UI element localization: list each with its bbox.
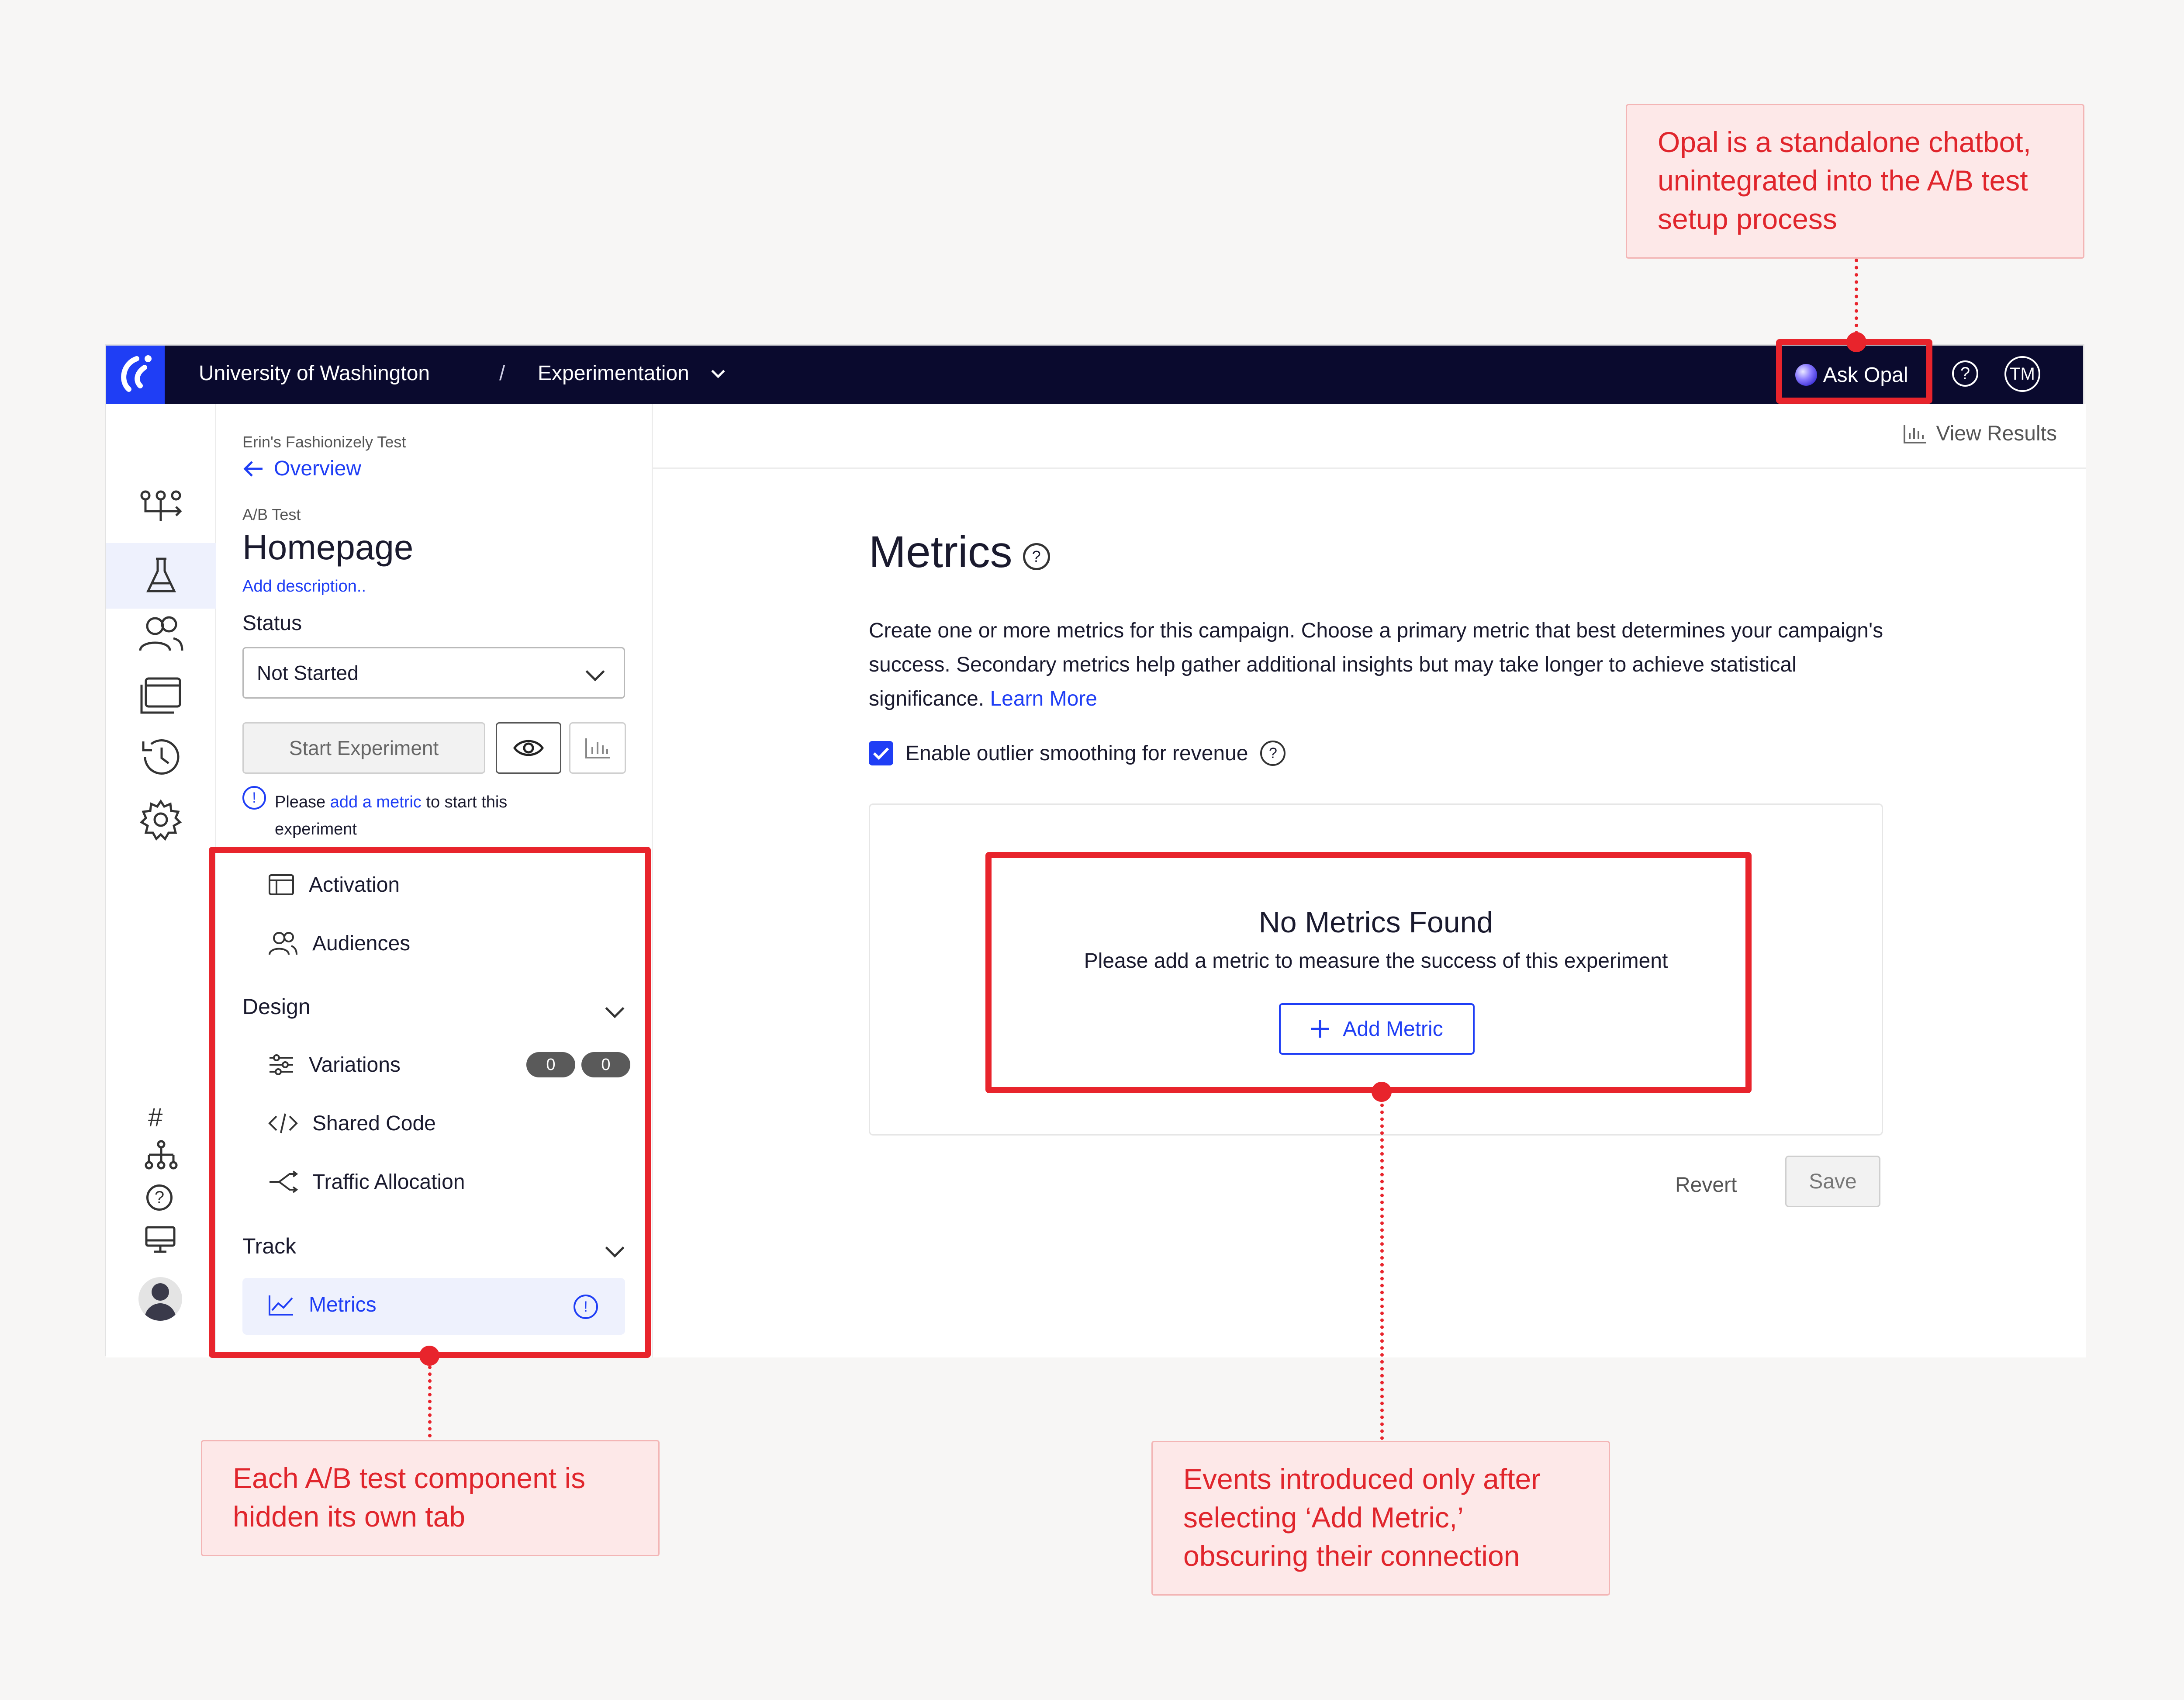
- experiment-type: A/B Test: [242, 505, 301, 523]
- experiment-name[interactable]: Homepage: [242, 527, 413, 568]
- annotation-events: Events introduced only after selecting ‘…: [1151, 1441, 1610, 1596]
- status-label: Status: [242, 612, 302, 635]
- annotation-events-text: Events introduced only after selecting ‘…: [1183, 1463, 1541, 1572]
- info-alert-icon: !: [242, 786, 266, 810]
- help-icon[interactable]: ?: [1952, 360, 1978, 387]
- chevron-down-icon: [585, 662, 605, 682]
- revert-button[interactable]: Revert: [1675, 1173, 1737, 1197]
- status-value: Not Started: [257, 661, 359, 684]
- annotation-connector: [1855, 259, 1858, 342]
- bar-chart-icon: [1904, 425, 1927, 443]
- profile-avatar-icon[interactable]: [138, 1277, 182, 1321]
- bar-chart-icon: [585, 738, 610, 758]
- start-experiment-label: Start Experiment: [289, 737, 439, 759]
- add-description-link[interactable]: Add description..: [242, 577, 366, 596]
- preview-button[interactable]: [496, 722, 561, 774]
- checkmark-icon: [873, 747, 889, 760]
- annotation-opal: Opal is a standalone chatbot, unintegrat…: [1626, 104, 2084, 259]
- help-glyph: ?: [1960, 364, 1970, 383]
- overview-label: Overview: [274, 457, 362, 480]
- flows-icon[interactable]: [132, 483, 189, 531]
- optimizely-logo-icon[interactable]: [106, 346, 165, 404]
- back-to-overview-link[interactable]: Overview: [242, 457, 361, 481]
- product-switcher[interactable]: Experimentation: [538, 361, 689, 385]
- hash-icon[interactable]: #: [148, 1102, 162, 1132]
- user-avatar[interactable]: TM: [2004, 356, 2040, 392]
- page-title: Metrics ?: [869, 526, 1050, 578]
- main-header: View Results: [653, 404, 2086, 469]
- org-name[interactable]: University of Washington: [199, 361, 430, 385]
- arrow-left-icon: [243, 460, 263, 477]
- notice-line2: experiment: [275, 820, 357, 838]
- outlier-smoothing-checkbox[interactable]: [869, 741, 893, 765]
- learn-more-link[interactable]: Learn More: [990, 687, 1097, 710]
- metrics-description: Create one or more metrics for this camp…: [869, 614, 1900, 716]
- outlier-smoothing-label: Enable outlier smoothing for revenue: [905, 741, 1248, 765]
- hierarchy-icon[interactable]: [145, 1140, 178, 1173]
- notice-suffix: to start this: [426, 793, 508, 811]
- start-experiment-button[interactable]: Start Experiment: [242, 722, 485, 774]
- chevron-down-icon[interactable]: [711, 364, 725, 378]
- user-initials: TM: [2010, 364, 2035, 384]
- annotation-connector: [1380, 1097, 1384, 1440]
- settings-gear-icon[interactable]: [132, 796, 189, 844]
- highlight-empty-state: [985, 852, 1752, 1093]
- view-results-link[interactable]: View Results: [1903, 422, 2057, 446]
- results-chart-button[interactable]: [569, 722, 626, 774]
- left-icon-rail: # ?: [106, 404, 216, 1357]
- pages-icon[interactable]: [132, 672, 189, 720]
- highlight-sidebar-tabs: [209, 847, 651, 1358]
- annotation-connector: [428, 1359, 432, 1437]
- save-label: Save: [1809, 1170, 1857, 1193]
- start-notice: Please add a metric to start this experi…: [275, 789, 507, 843]
- monitor-icon[interactable]: [144, 1225, 177, 1257]
- highlight-ask-opal: [1776, 339, 1932, 404]
- experiments-icon[interactable]: [106, 543, 216, 609]
- annotation-tabs-text: Each A/B test component is hidden its ow…: [233, 1462, 586, 1533]
- add-a-metric-link[interactable]: add a metric: [330, 793, 422, 811]
- breadcrumb-separator: /: [499, 362, 505, 385]
- page-title-text: Metrics: [869, 527, 1013, 577]
- notice-prefix: Please: [275, 793, 326, 811]
- save-button[interactable]: Save: [1785, 1156, 1880, 1207]
- status-dropdown[interactable]: Not Started: [242, 647, 625, 699]
- eye-icon: [513, 740, 544, 756]
- audiences-rail-icon[interactable]: [132, 609, 189, 658]
- help-icon[interactable]: ?: [1260, 741, 1286, 766]
- view-results-label: View Results: [1936, 422, 2057, 445]
- project-name: Erin's Fashionizely Test: [242, 433, 406, 451]
- help-icon[interactable]: ?: [1023, 543, 1050, 570]
- outlier-smoothing-row: Enable outlier smoothing for revenue ?: [869, 741, 1286, 766]
- history-icon[interactable]: [132, 733, 189, 781]
- help-rail-icon[interactable]: ?: [146, 1184, 173, 1211]
- annotation-opal-text: Opal is a standalone chatbot, unintegrat…: [1658, 126, 2031, 235]
- annotation-tabs: Each A/B test component is hidden its ow…: [201, 1440, 660, 1556]
